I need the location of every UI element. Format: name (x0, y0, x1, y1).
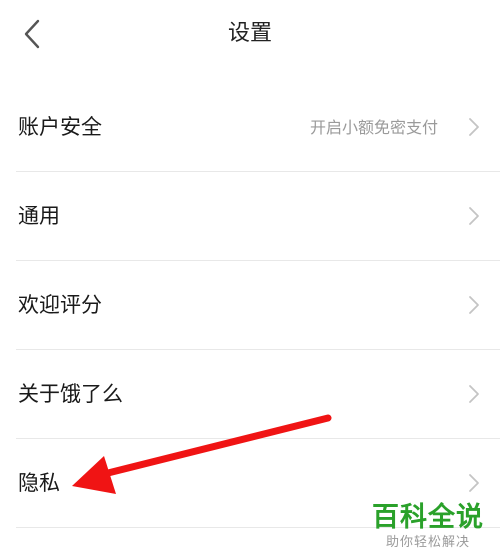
settings-item-account-security[interactable]: 账户安全 开启小额免密支付 (16, 83, 500, 172)
settings-item-rate-us[interactable]: 欢迎评分 (16, 261, 500, 350)
chevron-right-icon (469, 296, 479, 314)
top-bar: 设置 (0, 0, 500, 70)
chevron-right-icon (469, 474, 479, 492)
settings-item-label: 欢迎评分 (18, 293, 102, 317)
page-title: 设置 (227, 21, 272, 46)
settings-item-label: 关于饿了么 (18, 382, 123, 406)
settings-item-value: 开启小额免密支付 (309, 118, 438, 137)
watermark-subtitle: 助你轻松解决 (385, 535, 470, 550)
chevron-right-icon (469, 385, 479, 403)
settings-list: 账户安全 开启小额免密支付 通用 欢迎评分 关于饿了么 隐私 (16, 83, 500, 528)
watermark-logo: 百科全说 助你轻松解决 (372, 502, 484, 552)
settings-item-general[interactable]: 通用 (16, 172, 500, 261)
watermark-title: 百科全说 (372, 502, 484, 533)
chevron-right-icon (469, 207, 479, 225)
chevron-right-icon (469, 118, 479, 136)
settings-page: 设置 账户安全 开启小额免密支付 通用 欢迎评分 关于饿了么 隐私 百科全说 助… (0, 0, 500, 560)
settings-item-label: 通用 (18, 204, 60, 228)
settings-item-label: 隐私 (18, 471, 60, 495)
settings-item-label: 账户安全 (18, 115, 102, 139)
settings-item-about[interactable]: 关于饿了么 (16, 350, 500, 439)
